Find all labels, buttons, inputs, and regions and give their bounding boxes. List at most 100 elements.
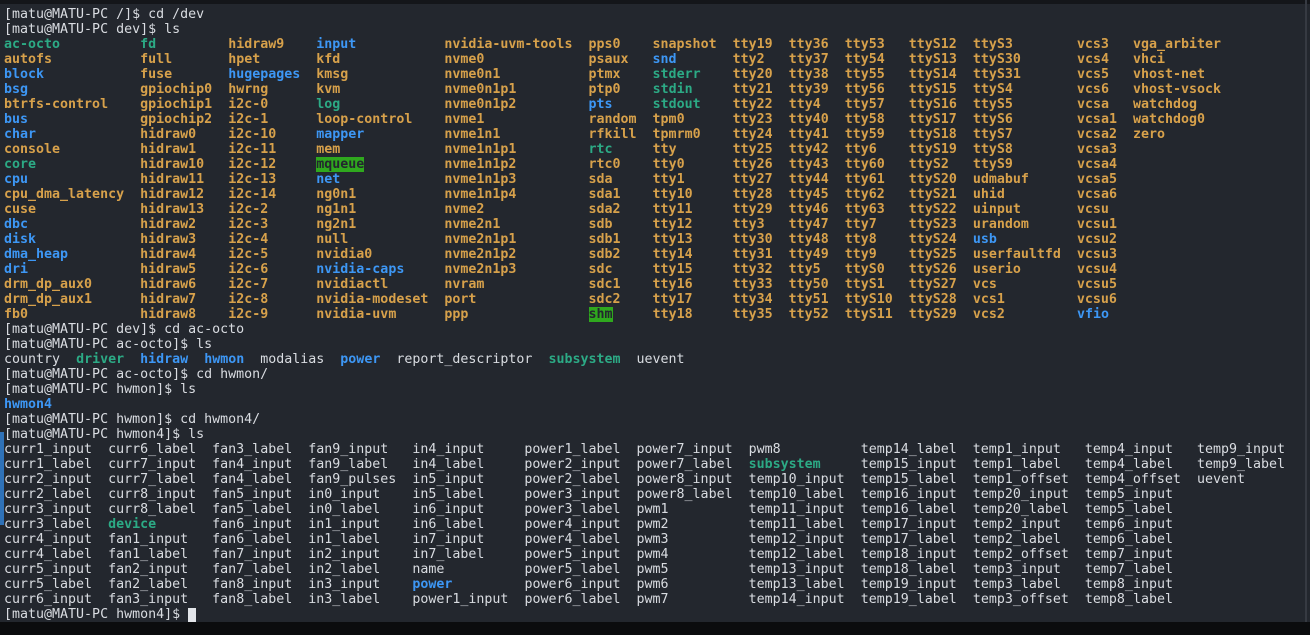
file-entry: nvram bbox=[444, 277, 485, 292]
shell-prompt: [matu@MATU-PC ac-octo]$ bbox=[4, 337, 197, 352]
file-entry: ttyS5 bbox=[972, 97, 1013, 112]
file-entry: vcsa4 bbox=[1076, 157, 1117, 172]
file-entry: snapshot bbox=[652, 37, 717, 52]
file-entry: nvme2n1p3 bbox=[444, 262, 517, 277]
listing-row: core hidraw10 i2c-12 mqueue nvme1n1p2 rt… bbox=[4, 157, 1285, 172]
file-entry: pwm8 bbox=[748, 442, 781, 457]
file-entry: dma_heap bbox=[4, 247, 69, 262]
file-entry: sdb bbox=[588, 217, 613, 232]
file-entry: block bbox=[4, 67, 45, 82]
file-entry: tty48 bbox=[788, 232, 829, 247]
file-entry: tty18 bbox=[652, 307, 693, 322]
listing-row: bsg gpiochip0 hwrng kvm nvme0n1p1 ptp0 s… bbox=[4, 82, 1285, 97]
file-entry: in6_label bbox=[412, 517, 485, 532]
file-entry: i2c-14 bbox=[228, 187, 277, 202]
file-entry: tty57 bbox=[844, 97, 885, 112]
file-entry: hidraw8 bbox=[140, 307, 197, 322]
file-entry: in7_label bbox=[412, 547, 485, 562]
file-entry: temp10_input bbox=[748, 472, 845, 487]
file-entry: vhost-vsock bbox=[1132, 82, 1222, 97]
file-entry: vcsa3 bbox=[1076, 142, 1117, 157]
file-entry: ng0n1 bbox=[316, 187, 357, 202]
file-entry: tty49 bbox=[788, 247, 829, 262]
terminal-line: [matu@MATU-PC /]$ cd /dev bbox=[4, 7, 1285, 22]
file-entry: curr7_input bbox=[108, 457, 197, 472]
file-entry: country bbox=[4, 352, 61, 367]
file-entry: cuse bbox=[4, 202, 37, 217]
file-entry: temp12_input bbox=[748, 532, 845, 547]
window-bottom-edge bbox=[0, 622, 1310, 635]
file-entry: fan4_input bbox=[212, 457, 293, 472]
file-entry: kvm bbox=[316, 82, 341, 97]
file-entry: vcs5 bbox=[1076, 67, 1109, 82]
file-entry: i2c-10 bbox=[228, 127, 277, 142]
file-entry: curr4_label bbox=[4, 547, 93, 562]
typed-command: ls bbox=[188, 427, 205, 442]
file-entry: fan9_pulses bbox=[308, 472, 397, 487]
file-entry: in3_input bbox=[308, 577, 381, 592]
file-entry: in4_input bbox=[412, 442, 485, 457]
file-entry: temp1_offset bbox=[972, 472, 1069, 487]
file-entry: ac-octo bbox=[4, 37, 61, 52]
file-entry: rtc0 bbox=[588, 157, 621, 172]
file-entry: tty44 bbox=[788, 172, 829, 187]
file-entry: userio bbox=[972, 262, 1021, 277]
file-entry: hidraw10 bbox=[140, 157, 205, 172]
listing-row: curr4_input fan1_input fan6_label in1_la… bbox=[4, 532, 1285, 547]
file-entry: ttyS31 bbox=[972, 67, 1021, 82]
file-entry: fan6_label bbox=[212, 532, 293, 547]
terminal-screen[interactable]: [matu@MATU-PC /]$ cd /dev [matu@MATU-PC d… bbox=[0, 0, 1285, 622]
file-entry: hidraw11 bbox=[140, 172, 205, 187]
file-entry: pwm7 bbox=[636, 592, 669, 607]
file-entry: nvme2n1p2 bbox=[444, 247, 517, 262]
file-entry: temp4_label bbox=[1084, 457, 1173, 472]
file-entry: device bbox=[108, 517, 157, 532]
file-entry: i2c-6 bbox=[228, 262, 269, 277]
file-entry: log bbox=[316, 97, 341, 112]
file-entry: tty24 bbox=[732, 127, 773, 142]
file-entry: null bbox=[316, 232, 349, 247]
file-entry: sdc2 bbox=[588, 292, 621, 307]
file-entry: ttyS26 bbox=[908, 262, 957, 277]
file-entry: i2c-9 bbox=[228, 307, 269, 322]
file-entry: kmsg bbox=[316, 67, 349, 82]
file-entry: tty38 bbox=[788, 67, 829, 82]
file-entry: tty27 bbox=[732, 172, 773, 187]
file-entry: pts bbox=[588, 97, 613, 112]
file-entry: rtc bbox=[588, 142, 613, 157]
shell-prompt: [matu@MATU-PC hwmon]$ bbox=[4, 382, 181, 397]
file-entry: hidraw12 bbox=[140, 187, 205, 202]
file-entry: stdout bbox=[652, 97, 701, 112]
terminal-window[interactable]: [matu@MATU-PC /]$ cd /dev [matu@MATU-PC d… bbox=[0, 0, 1310, 635]
listing-row: bus gpiochip2 i2c-1 loop-control nvme1 r… bbox=[4, 112, 1285, 127]
listing-row: drm_dp_aux1 hidraw7 i2c-8 nvidia-modeset… bbox=[4, 292, 1285, 307]
file-entry: sdb2 bbox=[588, 247, 621, 262]
file-entry: vcs3 bbox=[1076, 37, 1109, 52]
file-entry: tty3 bbox=[732, 217, 765, 232]
file-entry: pwm4 bbox=[636, 547, 669, 562]
file-entry: vga_arbiter bbox=[1132, 37, 1222, 52]
file-entry: tty14 bbox=[652, 247, 693, 262]
listing-row: disk hidraw3 i2c-4 null nvme2n1p1 sdb1 t… bbox=[4, 232, 1285, 247]
file-entry: tty28 bbox=[732, 187, 773, 202]
file-entry: hwmon bbox=[204, 352, 245, 367]
file-entry: power3_label bbox=[524, 502, 621, 517]
file-entry: vcsa5 bbox=[1076, 172, 1117, 187]
typed-command: ls bbox=[180, 382, 197, 397]
file-entry: nvme1n1p1 bbox=[444, 142, 517, 157]
listing-row: curr5_label fan2_label fan8_input in3_in… bbox=[4, 577, 1285, 592]
file-entry: tty29 bbox=[732, 202, 773, 217]
file-entry: tty35 bbox=[732, 307, 773, 322]
file-entry: fan2_input bbox=[108, 562, 189, 577]
file-entry: i2c-2 bbox=[228, 202, 269, 217]
file-entry: kfd bbox=[316, 52, 341, 67]
file-entry: fan8_label bbox=[212, 592, 293, 607]
file-entry: power7_input bbox=[636, 442, 733, 457]
scrollbar-thumb[interactable] bbox=[0, 432, 4, 525]
file-entry: vcsa6 bbox=[1076, 187, 1117, 202]
file-entry: bsg bbox=[4, 82, 29, 97]
file-entry: curr3_input bbox=[4, 502, 93, 517]
file-entry: subsystem bbox=[548, 352, 621, 367]
file-entry: hidraw0 bbox=[140, 127, 197, 142]
file-entry: ttyS27 bbox=[908, 277, 957, 292]
